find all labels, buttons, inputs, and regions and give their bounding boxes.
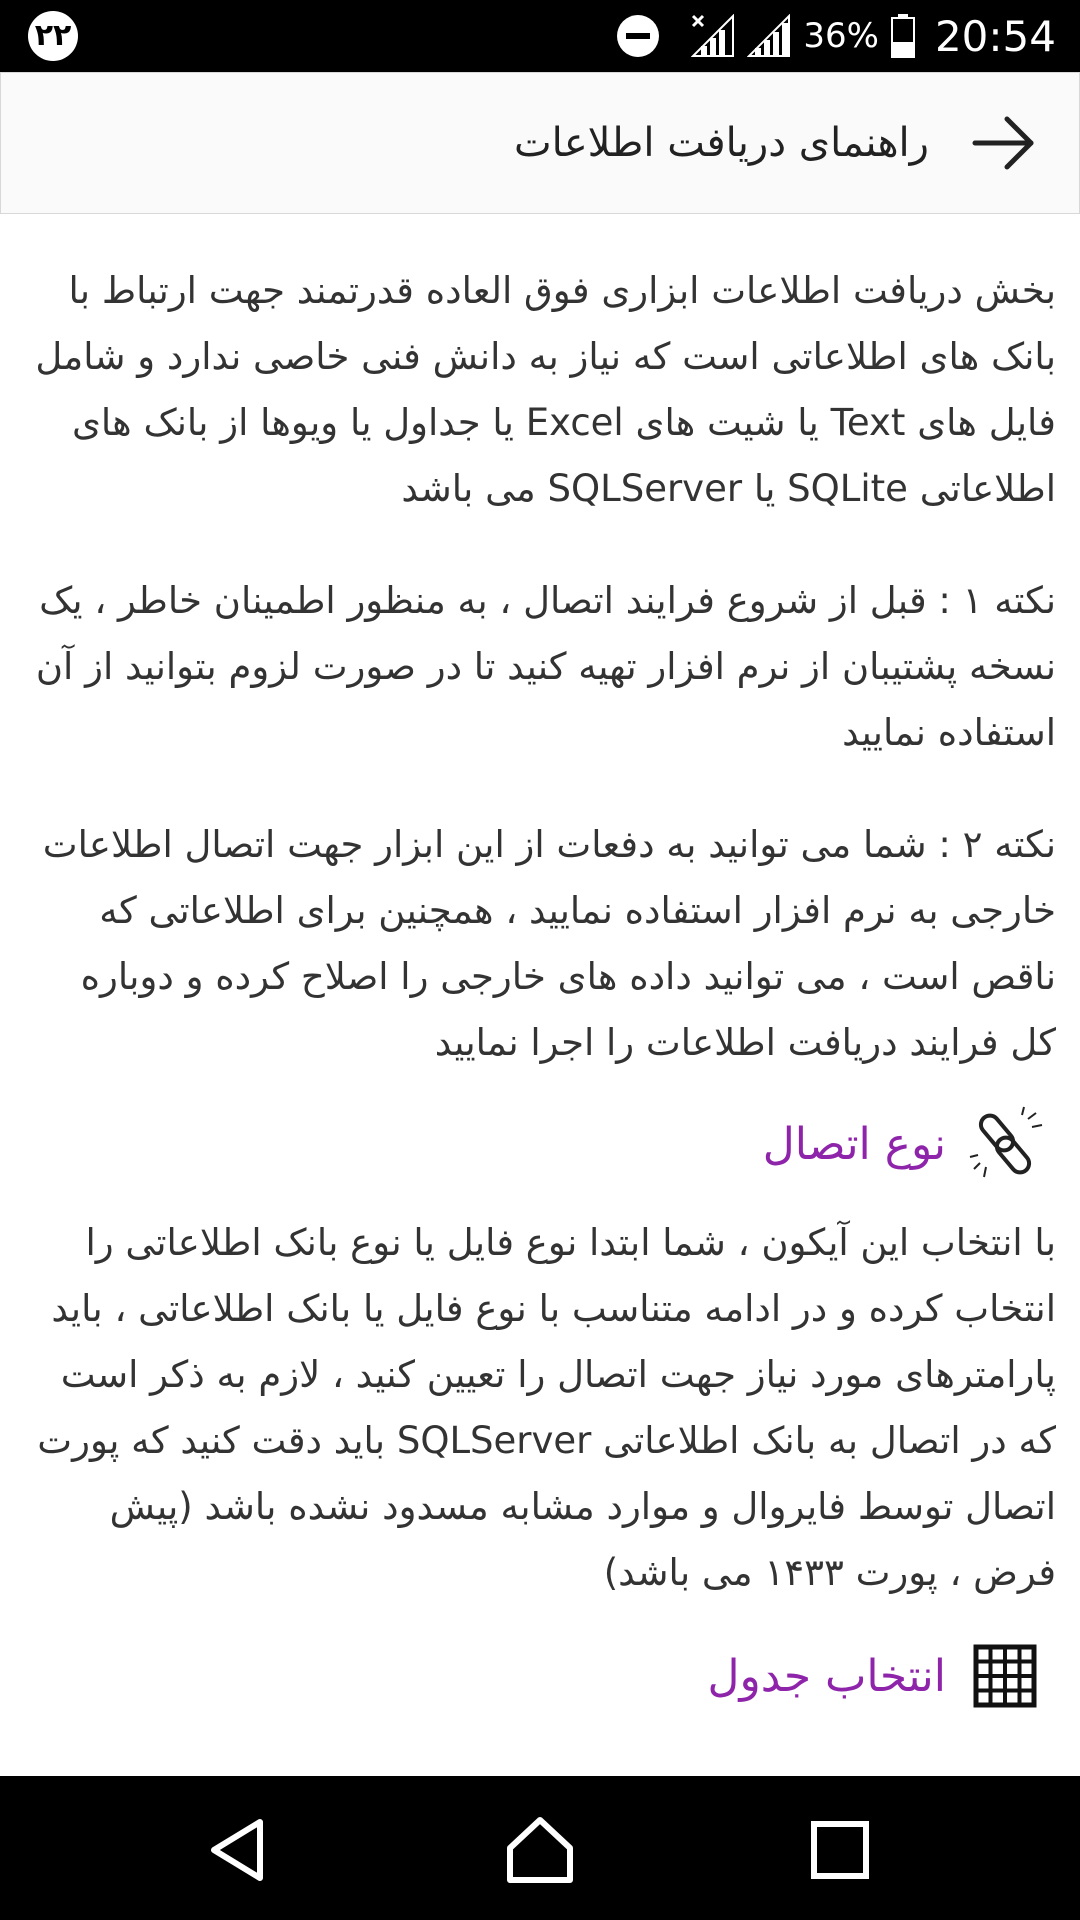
- triangle-back-icon[interactable]: [204, 1814, 276, 1886]
- select-table-title: انتخاب جدول: [707, 1650, 946, 1702]
- connection-type-paragraph: با انتخاب این آیکون ، شما ابتدا نوع فایل…: [37, 1221, 1056, 1594]
- square-recents-icon[interactable]: [804, 1814, 876, 1886]
- select-table-heading: انتخاب جدول: [24, 1630, 1056, 1722]
- app-bar: راهنمای دریافت اطلاعات: [0, 72, 1080, 214]
- intro-paragraph: بخش دریافت اطلاعات ابزاری فوق العاده قدر…: [35, 269, 1056, 510]
- arrow-right-icon[interactable]: [971, 115, 1037, 171]
- notification-badge: ۲۲: [28, 11, 78, 61]
- status-icons: 36% 20:54: [617, 0, 1056, 72]
- do-not-disturb-icon: [617, 15, 660, 57]
- signal-no-data-icon: [691, 14, 735, 57]
- clock: 20:54: [934, 11, 1056, 61]
- note-1-paragraph: نکته ۱ : قبل از شروع فرایند اتصال ، به م…: [35, 579, 1056, 754]
- connection-type-title: نوع اتصال: [762, 1118, 946, 1170]
- link-icon: [969, 1106, 1043, 1178]
- navigation-bar: [0, 1776, 1080, 1920]
- battery-icon: [890, 14, 915, 58]
- page-title: راهنمای دریافت اطلاعات: [513, 120, 929, 166]
- home-icon[interactable]: [504, 1814, 576, 1886]
- status-bar: ۲۲ 36% 20:54: [0, 0, 1080, 72]
- connection-type-heading: نوع اتصال: [24, 1098, 1056, 1190]
- note-2-paragraph: نکته ۲ : شما می توانید به دفعات از این ا…: [42, 823, 1056, 1064]
- signal-icon: [747, 14, 791, 57]
- help-content: بخش دریافت اطلاعات ابزاری فوق العاده قدر…: [24, 214, 1056, 1722]
- grid-icon: [973, 1644, 1037, 1708]
- battery-percent: 36%: [803, 16, 879, 56]
